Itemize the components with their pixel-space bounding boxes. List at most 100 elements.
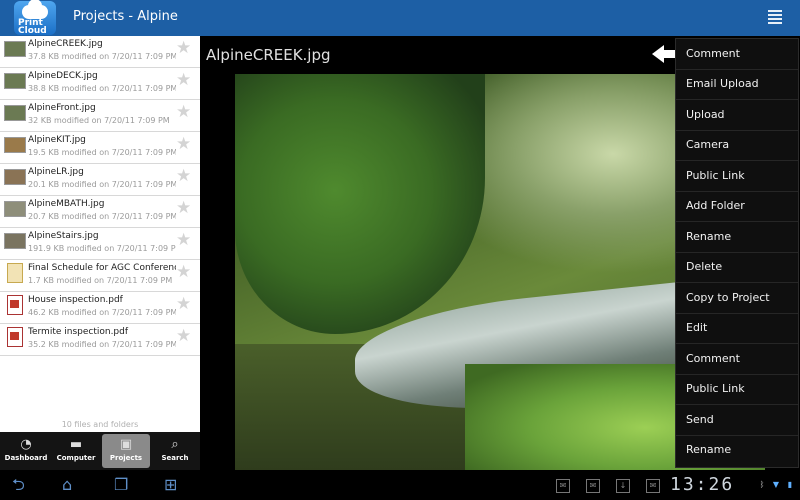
star-icon[interactable]: ★ [176, 168, 191, 185]
pdf-icon [7, 327, 23, 347]
menu-item-delete[interactable]: Delete [676, 252, 798, 283]
file-name: AlpineKIT.jpg [28, 135, 86, 145]
file-list: AlpineCREEK.jpg 37.8 KB modified on 7/20… [0, 36, 200, 432]
context-menu: Comment Email Upload Upload Camera Publi… [675, 38, 799, 468]
title-bar: Print Cloud Projects - Alpine [0, 0, 800, 36]
menu-item-send[interactable]: Send [676, 405, 798, 436]
dashboard-icon: ◔ [20, 437, 32, 452]
menu-item-rename-2[interactable]: Rename [676, 435, 798, 465]
star-icon[interactable]: ★ [176, 200, 191, 217]
search-icon: ⌕ [171, 437, 179, 452]
download-icon[interactable]: ↓ [616, 479, 630, 493]
list-item[interactable]: Termite inspection.pdf 35.2 KB modified … [0, 324, 200, 356]
file-name: Final Schedule for AGC Conference Tr [28, 263, 176, 273]
file-name: AlpineCREEK.jpg [28, 39, 103, 49]
list-item[interactable]: AlpineKIT.jpg 19.5 KB modified on 7/20/1… [0, 132, 200, 164]
file-meta: 191.9 KB modified on 7/20/11 7:09 PM [28, 244, 176, 253]
nav-projects[interactable]: ▣ Projects [102, 434, 150, 468]
star-icon[interactable]: ★ [176, 136, 191, 153]
file-name: AlpineLR.jpg [28, 167, 84, 177]
menu-item-camera[interactable]: Camera [676, 130, 798, 161]
nav-label: Search [161, 454, 189, 462]
file-meta: 32 KB modified on 7/20/11 7:09 PM [28, 116, 170, 125]
image-thumbnail-icon [4, 233, 26, 249]
star-icon[interactable]: ★ [176, 40, 191, 57]
file-meta: 19.5 KB modified on 7/20/11 7:09 PM [28, 148, 176, 157]
nav-label: Projects [109, 454, 143, 462]
file-meta: 20.1 KB modified on 7/20/11 7:09 PM [28, 180, 176, 189]
menu-item-copy-to-project[interactable]: Copy to Project [676, 283, 798, 314]
file-meta: 37.8 KB modified on 7/20/11 7:09 PM [28, 52, 176, 61]
nav-label: Dashboard [4, 454, 48, 462]
file-name: AlpineFront.jpg [28, 103, 96, 113]
cloud-icon [22, 0, 48, 19]
list-item[interactable]: AlpineDECK.jpg 38.8 KB modified on 7/20/… [0, 68, 200, 100]
bluetooth-icon: ᛒ [759, 480, 765, 489]
pdf-icon [7, 295, 23, 315]
nav-computer[interactable]: ▬ Computer [52, 434, 100, 468]
notification-icon[interactable]: ✉ [556, 479, 570, 493]
nav-search[interactable]: ⌕ Search [151, 434, 199, 468]
home-icon[interactable]: ⌂ [62, 476, 72, 494]
wifi-icon: ▼ [772, 480, 780, 489]
menu-item-comment[interactable]: Comment [676, 39, 798, 70]
list-item[interactable]: AlpineStairs.jpg 191.9 KB modified on 7/… [0, 228, 200, 260]
image-thumbnail-icon [4, 73, 26, 89]
email-icon[interactable]: ✉ [646, 479, 660, 493]
file-name: AlpineMBATH.jpg [28, 199, 105, 209]
recent-apps-icon[interactable]: ❐ [114, 476, 128, 494]
image-thumbnail-icon [4, 105, 26, 121]
list-item[interactable]: AlpineFront.jpg 32 KB modified on 7/20/1… [0, 100, 200, 132]
menu-item-add-folder[interactable]: Add Folder [676, 191, 798, 222]
file-meta: 46.2 KB modified on 7/20/11 7:09 PM [28, 308, 176, 317]
nav-dashboard[interactable]: ◔ Dashboard [2, 434, 50, 468]
image-thumbnail-icon [4, 169, 26, 185]
back-icon[interactable]: ⮌ [12, 476, 25, 494]
image-thumbnail-icon [4, 201, 26, 217]
menu-item-comment-2[interactable]: Comment [676, 344, 798, 375]
projects-icon: ▣ [119, 437, 133, 452]
list-item[interactable]: House inspection.pdf 46.2 KB modified on… [0, 292, 200, 324]
list-item[interactable]: AlpineLR.jpg 20.1 KB modified on 7/20/11… [0, 164, 200, 196]
list-item[interactable]: AlpineMBATH.jpg 20.7 KB modified on 7/20… [0, 196, 200, 228]
star-icon[interactable]: ★ [176, 264, 191, 281]
list-item[interactable]: AlpineCREEK.jpg 37.8 KB modified on 7/20… [0, 36, 200, 68]
image-title: AlpineCREEK.jpg [206, 46, 331, 64]
file-count: 10 files and folders [61, 420, 139, 429]
overflow-menu-icon[interactable] [768, 10, 782, 24]
star-icon[interactable]: ★ [176, 104, 191, 121]
file-meta: 20.7 KB modified on 7/20/11 7:09 PM [28, 212, 176, 221]
menu-item-public-link[interactable]: Public Link [676, 161, 798, 192]
menu-item-public-link-2[interactable]: Public Link [676, 374, 798, 405]
star-icon[interactable]: ★ [176, 232, 191, 249]
screenshot-icon[interactable]: ⊞ [164, 476, 177, 494]
logo-text-line2: Cloud [18, 26, 47, 36]
app-logo[interactable]: Print Cloud [14, 0, 56, 36]
menu-item-upload[interactable]: Upload [676, 100, 798, 131]
image-thumbnail-icon [4, 41, 26, 57]
bottom-nav: ◔ Dashboard ▬ Computer ▣ Projects ⌕ Sear… [0, 432, 200, 470]
folder-icon: ▬ [69, 437, 83, 452]
file-meta: 38.8 KB modified on 7/20/11 7:09 PM [28, 84, 176, 93]
clock[interactable]: 13:26 [670, 474, 734, 495]
system-bar: ⮌ ⌂ ❐ ⊞ ✉ ✉ ↓ ✉ 13:26 ᛒ ▼ ▮ [0, 470, 800, 500]
menu-item-rename[interactable]: Rename [676, 222, 798, 253]
page-title: Projects - Alpine [73, 9, 178, 24]
file-name: House inspection.pdf [28, 295, 123, 305]
star-icon[interactable]: ★ [176, 296, 191, 313]
image-thumbnail-icon [4, 137, 26, 153]
file-meta: 1.7 KB modified on 7/20/11 7:09 PM [28, 276, 173, 285]
nav-label: Computer [56, 454, 96, 462]
star-icon[interactable]: ★ [176, 328, 191, 345]
email-icon[interactable]: ✉ [586, 479, 600, 493]
menu-item-email-upload[interactable]: Email Upload [676, 69, 798, 100]
file-name: AlpineDECK.jpg [28, 71, 98, 81]
file-meta: 35.2 KB modified on 7/20/11 7:09 PM [28, 340, 176, 349]
file-name: AlpineStairs.jpg [28, 231, 99, 241]
battery-icon: ▮ [787, 480, 793, 489]
menu-item-edit[interactable]: Edit [676, 313, 798, 344]
list-item[interactable]: Final Schedule for AGC Conference Tr 1.7… [0, 260, 200, 292]
star-icon[interactable]: ★ [176, 72, 191, 89]
document-icon [7, 263, 23, 283]
file-name: Termite inspection.pdf [28, 327, 129, 337]
